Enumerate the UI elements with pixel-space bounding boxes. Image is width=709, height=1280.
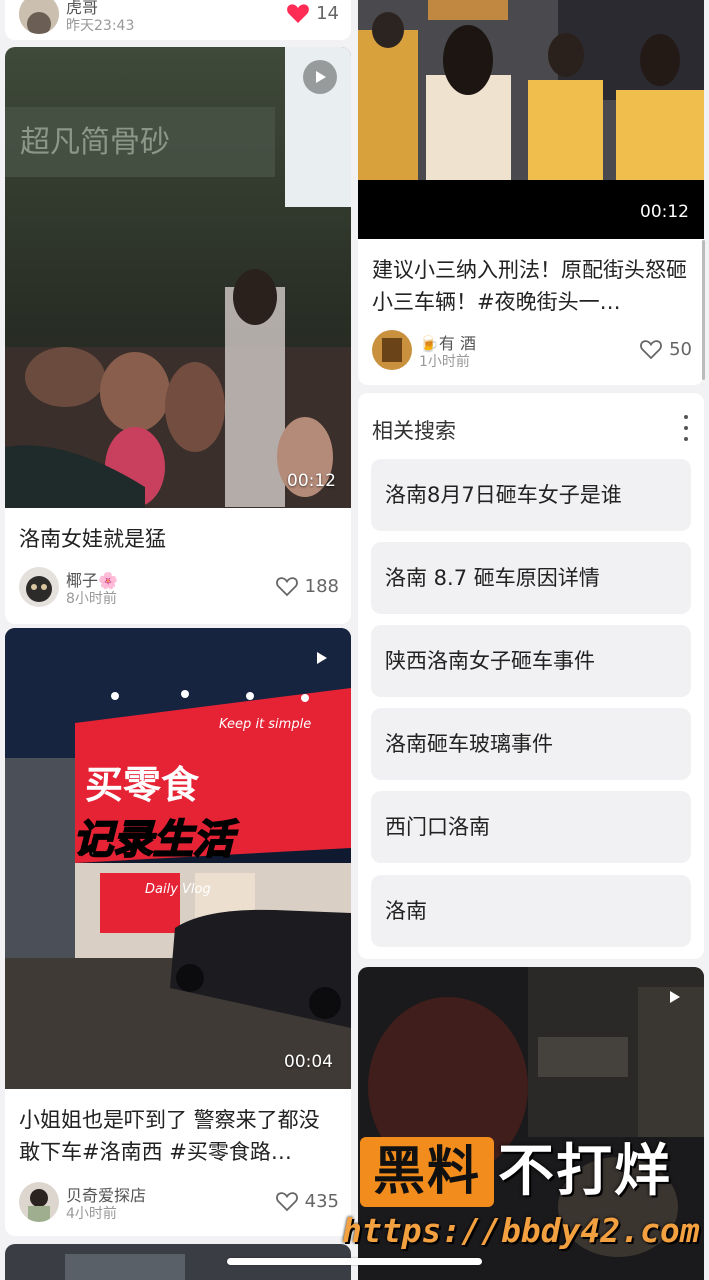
thumb-sign-text: 买零食 — [85, 763, 200, 807]
feed-card[interactable]: 买零食 记录生活 Keep it simple Daily Vlog 00:04… — [5, 628, 351, 1236]
author-row: 贝奇爱探店 4小时前 435 — [19, 1182, 339, 1224]
related-search-item[interactable]: 陕西洛南女子砸车事件 — [371, 625, 691, 697]
like-button[interactable]: 14 — [286, 2, 339, 24]
like-count: 188 — [304, 575, 339, 597]
play-icon[interactable] — [657, 980, 691, 1014]
scrollbar[interactable] — [702, 240, 705, 380]
related-searches-panel: 相关搜索 洛南8月7日砸车女子是谁 洛南 8.7 砸车原因详情 陕西洛南女子砸车… — [358, 393, 704, 959]
thumbnail-image: 超凡简骨砂 — [5, 47, 351, 508]
feed-page: 虎哥 昨天23:43 14 超凡简骨砂 00:12 洛南女娃就是猛 椰子🌸 8小… — [0, 0, 709, 1280]
feed-card-partial[interactable]: 虎哥 昨天23:43 14 — [5, 0, 351, 40]
heart-filled-icon — [287, 4, 309, 23]
video-thumbnail[interactable]: 买零食 记录生活 Keep it simple Daily Vlog 00:04 — [5, 628, 351, 1089]
play-icon[interactable] — [303, 60, 337, 94]
avatar[interactable] — [19, 567, 59, 607]
post-time: 昨天23:43 — [66, 18, 135, 34]
post-title[interactable]: 建议小三纳入刑法！原配街头怒砸小三车辆！#夜晚街头一… — [372, 254, 690, 318]
related-search-item[interactable]: 洛南8月7日砸车女子是谁 — [371, 459, 691, 531]
post-time: 4小时前 — [66, 1206, 117, 1222]
related-search-item[interactable]: 西门口洛南 — [371, 791, 691, 863]
svg-text:超凡简骨砂: 超凡简骨砂 — [20, 125, 170, 160]
avatar[interactable] — [19, 1182, 59, 1222]
home-indicator[interactable] — [227, 1258, 482, 1265]
post-title[interactable]: 洛南女娃就是猛 — [19, 523, 337, 555]
play-icon[interactable] — [304, 641, 338, 675]
thumb-keep-text: Keep it simple — [219, 717, 311, 732]
thumb-vlog-text: Daily Vlog — [145, 882, 211, 897]
post-title[interactable]: 小姐姐也是吓到了 警察来了都没敢下车#洛南西 #买零食路… — [19, 1104, 337, 1168]
related-search-item[interactable]: 洛南砸车玻璃事件 — [371, 708, 691, 780]
thumb-record-text: 记录生活 — [73, 817, 239, 863]
video-duration: 00:04 — [284, 1052, 333, 1072]
avatar[interactable] — [19, 0, 59, 34]
related-searches-heading: 相关搜索 — [372, 419, 456, 443]
heart-outline-icon — [275, 577, 298, 597]
like-count: 435 — [304, 1190, 339, 1212]
watermark-badge: 黑料 — [360, 1137, 494, 1207]
thumbnail-image: 买零食 记录生活 Keep it simple Daily Vlog — [5, 628, 351, 1089]
video-duration: 00:12 — [640, 202, 689, 222]
heart-outline-icon — [275, 1192, 298, 1212]
like-count: 14 — [316, 2, 339, 24]
like-button[interactable]: 50 — [639, 338, 692, 360]
more-options-icon[interactable] — [682, 415, 690, 441]
like-button[interactable]: 188 — [275, 575, 339, 597]
video-thumbnail[interactable]: 超凡简骨砂 00:12 — [5, 47, 351, 508]
post-time: 8小时前 — [66, 591, 117, 607]
watermark-url: https://bbdy42.com — [342, 1211, 700, 1250]
post-time: 1小时前 — [419, 354, 470, 370]
like-button[interactable]: 435 — [275, 1190, 339, 1212]
related-search-item[interactable]: 洛南 — [371, 875, 691, 947]
video-thumbnail[interactable]: 00:12 — [358, 0, 704, 239]
author-row: 虎哥 昨天23:43 14 — [19, 0, 339, 36]
author-row: 🍺有 酒 1小时前 50 — [372, 330, 692, 372]
video-duration: 00:12 — [287, 471, 336, 491]
watermark-text: 不打烊 — [498, 1139, 672, 1204]
related-search-item[interactable]: 洛南 8.7 砸车原因详情 — [371, 542, 691, 614]
avatar[interactable] — [372, 330, 412, 370]
feed-card[interactable]: 超凡简骨砂 00:12 洛南女娃就是猛 椰子🌸 8小时前 188 — [5, 47, 351, 624]
heart-outline-icon — [640, 340, 663, 360]
like-count: 50 — [669, 338, 692, 360]
author-row: 椰子🌸 8小时前 188 — [19, 567, 339, 609]
feed-card[interactable]: 00:12 建议小三纳入刑法！原配街头怒砸小三车辆！#夜晚街头一… 🍺有 酒 1… — [358, 0, 704, 385]
